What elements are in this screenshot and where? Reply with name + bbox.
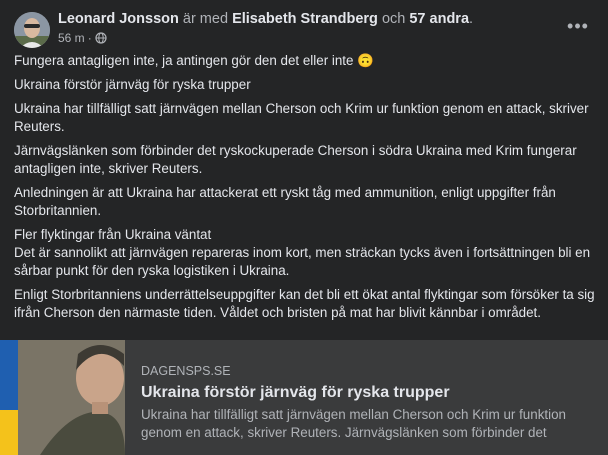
timestamp[interactable]: 56 m: [58, 31, 85, 45]
link-thumbnail[interactable]: [0, 340, 125, 455]
others-link[interactable]: 57 andra: [409, 11, 469, 27]
and-text: och: [381, 11, 406, 27]
author-line: Leonard Jonsson är med Elisabeth Strandb…: [58, 11, 473, 27]
globe-icon[interactable]: [95, 32, 107, 44]
avatar-image: [14, 12, 50, 48]
facebook-post: Leonard Jonsson är med Elisabeth Strandb…: [0, 0, 608, 455]
post-paragraph: Enligt Storbritanniens underrättelseuppg…: [14, 287, 595, 320]
thumbnail-image: [0, 340, 125, 455]
post-body: Fungera antagligen inte, ja antingen gör…: [14, 52, 600, 328]
author-name[interactable]: Leonard Jonsson: [58, 11, 179, 27]
author-avatar[interactable]: [14, 12, 50, 48]
more-horizontal-icon[interactable]: •••: [566, 14, 590, 38]
tagged-person[interactable]: Elisabeth Strandberg: [232, 11, 378, 27]
link-text: DAGENSPS.SE Ukraina förstör järnväg för …: [141, 364, 600, 442]
meta-separator: ·: [87, 31, 92, 45]
post-paragraph: Anledningen är att Ukraina har attackera…: [14, 185, 556, 218]
post-paragraph: Det är sannolikt att järnvägen repareras…: [14, 245, 591, 278]
link-description: Ukraina har tillfälligt satt järnvägen m…: [141, 407, 566, 440]
link-domain: DAGENSPS.SE: [141, 364, 231, 378]
post-meta: 56 m ·: [58, 31, 107, 45]
with-text: är med: [182, 11, 229, 27]
link-title[interactable]: Ukraina förstör järnväg för ryska truppe…: [141, 384, 600, 402]
post-paragraph: Fungera antagligen inte, ja antingen gör…: [14, 53, 374, 68]
post-header: Leonard Jonsson är med Elisabeth Strandb…: [14, 10, 608, 50]
post-paragraph: Järnvägslänken som förbinder det ryskock…: [14, 143, 577, 176]
post-paragraph: Fler flyktingar från Ukraina väntat: [14, 227, 212, 242]
post-paragraph: Ukraina har tillfälligt satt järnvägen m…: [14, 101, 589, 134]
period: .: [469, 11, 474, 27]
post-paragraph: Ukraina förstör järnväg för ryska truppe…: [14, 77, 251, 92]
link-preview-card[interactable]: DAGENSPS.SE Ukraina förstör järnväg för …: [0, 340, 608, 455]
